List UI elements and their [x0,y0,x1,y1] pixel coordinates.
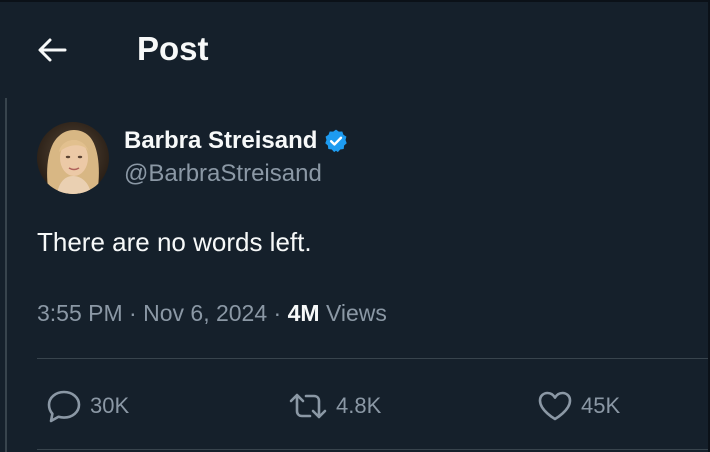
views-count[interactable]: 4M [288,300,320,326]
repost-button[interactable]: 4.8K [288,386,381,426]
avatar[interactable] [37,122,109,194]
post-date[interactable]: Nov 6, 2024 [143,300,267,326]
post-meta: 3:55 PM · Nov 6, 2024 · 4M Views [37,296,387,330]
like-count: 45K [581,393,621,418]
reply-count: 30K [90,393,130,418]
post-header: Post [0,2,708,94]
back-button[interactable] [30,30,74,70]
like-button[interactable]: 45K [537,386,620,426]
bottom-divider [37,449,708,450]
avatar-photo [37,122,109,194]
post-text: There are no words left. [37,227,312,257]
post-time[interactable]: 3:55 PM [37,300,123,326]
reply-icon [47,390,81,423]
verified-badge-icon[interactable] [323,128,349,154]
divider [37,358,708,359]
meta-separator: · [129,300,137,326]
arrow-left-icon [38,38,67,62]
author-name-row: Barbra Streisand [124,124,349,158]
meta-separator: · [273,300,282,326]
left-border [5,98,7,452]
author-handle[interactable]: @BarbraStreisand [124,160,322,188]
repost-count: 4.8K [336,393,382,418]
repost-icon [289,393,327,419]
heart-icon [538,391,572,421]
page-title: Post [137,30,209,67]
views-label[interactable]: Views [326,300,387,326]
display-name[interactable]: Barbra Streisand [124,127,317,155]
reply-button[interactable]: 30K [46,386,129,426]
